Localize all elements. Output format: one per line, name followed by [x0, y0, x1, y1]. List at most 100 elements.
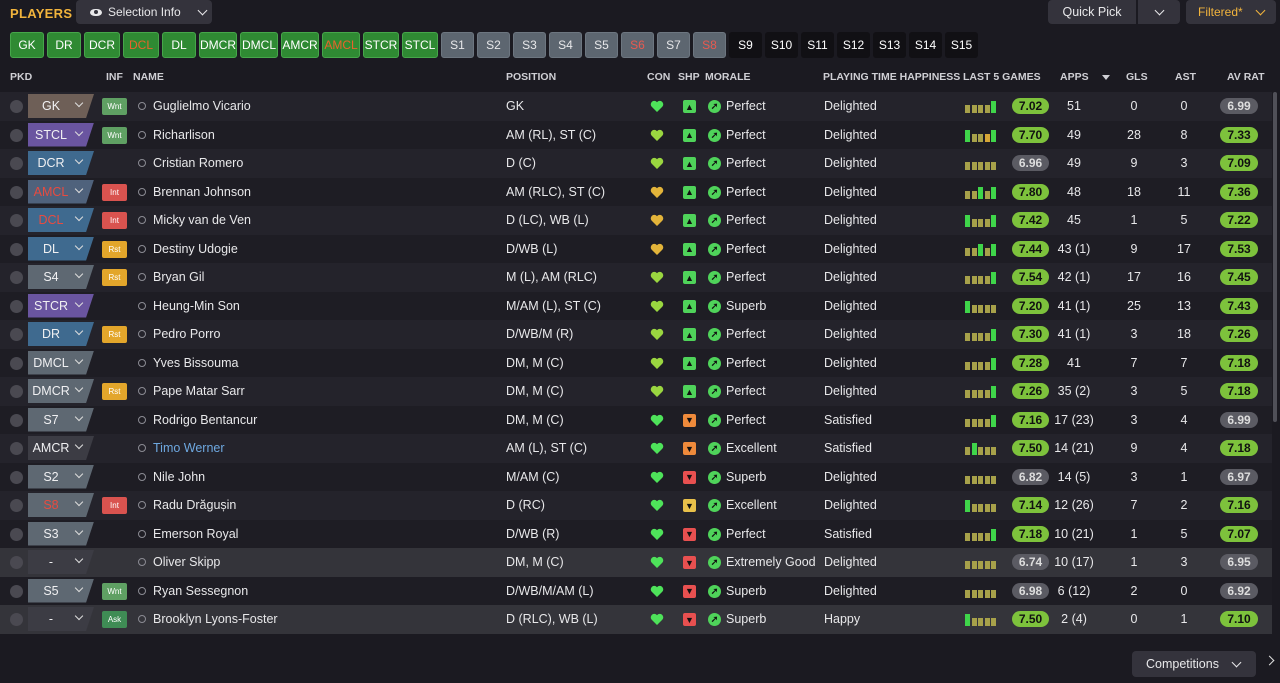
- info-badge[interactable]: Int: [102, 212, 127, 229]
- player-name[interactable]: Pape Matar Sarr: [153, 384, 245, 398]
- selection-dropdown[interactable]: DMCR: [28, 379, 94, 403]
- player-name[interactable]: Brooklyn Lyons-Foster: [153, 612, 278, 626]
- selection-dropdown[interactable]: AMCL: [28, 179, 94, 204]
- player-name[interactable]: Pedro Porro: [153, 327, 220, 341]
- position-button-s12[interactable]: S12: [837, 32, 870, 58]
- selection-dropdown[interactable]: DCR: [28, 151, 94, 175]
- selection-dropdown[interactable]: S8: [28, 493, 94, 517]
- table-row[interactable]: GK Wnt Guglielmo Vicario GK ▲ ➚ Perfect Delight…: [0, 92, 1272, 121]
- player-name[interactable]: Heung-Min Son: [153, 299, 240, 313]
- quick-pick-dropdown[interactable]: [1138, 0, 1180, 24]
- pick-checkbox[interactable]: [10, 470, 23, 484]
- info-badge[interactable]: Wnt: [102, 582, 127, 600]
- col-position[interactable]: POSITION: [506, 71, 556, 83]
- position-button-dcl[interactable]: DCL: [123, 32, 159, 58]
- pick-checkbox[interactable]: [10, 271, 23, 284]
- pick-checkbox[interactable]: [10, 556, 23, 569]
- player-name[interactable]: Guglielmo Vicario: [153, 99, 251, 113]
- player-name[interactable]: Timo Werner: [153, 441, 225, 455]
- player-name[interactable]: Bryan Gil: [153, 270, 204, 284]
- selection-dropdown[interactable]: S2: [28, 464, 94, 489]
- pick-checkbox[interactable]: [10, 157, 23, 170]
- table-row[interactable]: DL Rst Destiny Udogie D/WB (L) ▲ ➚ Perfect Deli…: [0, 234, 1272, 263]
- competitions-button[interactable]: Competitions: [1132, 651, 1256, 677]
- pick-checkbox[interactable]: [10, 499, 23, 512]
- player-name[interactable]: Brennan Johnson: [153, 185, 251, 199]
- info-badge[interactable]: Wnt: [102, 98, 127, 115]
- selection-dropdown[interactable]: DR: [28, 322, 94, 346]
- pick-checkbox[interactable]: [10, 328, 23, 341]
- col-last-5-games[interactable]: LAST 5 GAMES: [963, 71, 1041, 83]
- pick-checkbox[interactable]: [10, 128, 23, 142]
- pick-checkbox[interactable]: [10, 242, 23, 256]
- player-name[interactable]: Ryan Sessegnon: [153, 584, 248, 598]
- player-name[interactable]: Cristian Romero: [153, 156, 243, 170]
- player-name[interactable]: Yves Bissouma: [153, 356, 238, 370]
- scrollbar[interactable]: [1273, 92, 1277, 422]
- position-button-stcr[interactable]: STCR: [363, 32, 399, 58]
- pick-checkbox[interactable]: [10, 584, 23, 598]
- selection-dropdown[interactable]: S7: [28, 407, 94, 432]
- table-row[interactable]: S5 Wnt Ryan Sessegnon D/WB/M/AM (L) ▼ ➚ Superb…: [0, 576, 1272, 605]
- pick-checkbox[interactable]: [10, 100, 23, 113]
- position-button-amcl[interactable]: AMCL: [322, 32, 360, 58]
- pick-checkbox[interactable]: [10, 527, 23, 541]
- col-av-rat[interactable]: AV RAT: [1227, 71, 1265, 83]
- table-row[interactable]: STCR Heung-Min Son M/AM (L), ST (C) ▲ ➚ Super…: [0, 291, 1272, 320]
- pick-checkbox[interactable]: [10, 356, 23, 370]
- table-row[interactable]: DR Rst Pedro Porro D/WB/M (R) ▲ ➚ Perfect Delig…: [0, 320, 1272, 349]
- table-row[interactable]: S8 Int Radu Drăgușin D (RC) ▼ ➚ Excellent Delig…: [0, 491, 1272, 520]
- table-row[interactable]: S4 Rst Bryan Gil M (L), AM (RLC) ▲ ➚ Perfect De…: [0, 263, 1272, 292]
- table-row[interactable]: AMCL Int Brennan Johnson AM (RLC), ST (C) ▲ ➚…: [0, 177, 1272, 206]
- player-name[interactable]: Richarlison: [153, 128, 215, 142]
- position-button-s3[interactable]: S3: [513, 32, 546, 58]
- player-name[interactable]: Radu Drăgușin: [153, 498, 236, 512]
- selection-dropdown[interactable]: GK: [28, 94, 94, 118]
- col-ast[interactable]: AST: [1175, 71, 1196, 83]
- info-badge[interactable]: Rst: [102, 326, 127, 343]
- col-pkd[interactable]: PKD: [10, 71, 32, 83]
- selection-dropdown[interactable]: -: [28, 550, 94, 574]
- position-button-gk[interactable]: GK: [10, 32, 44, 58]
- table-row[interactable]: DCL Int Micky van de Ven D (LC), WB (L) ▲ ➚ Pe…: [0, 206, 1272, 235]
- table-row[interactable]: STCL Wnt Richarlison AM (RL), ST (C) ▲ ➚ Perfe…: [0, 120, 1272, 149]
- position-button-dmcl[interactable]: DMCL: [240, 32, 278, 58]
- info-badge[interactable]: Rst: [102, 240, 127, 258]
- position-button-dl[interactable]: DL: [162, 32, 196, 58]
- position-button-s15[interactable]: S15: [945, 32, 978, 58]
- selection-dropdown[interactable]: S5: [28, 578, 94, 603]
- position-button-dcr[interactable]: DCR: [84, 32, 120, 58]
- info-badge[interactable]: Int: [102, 183, 127, 201]
- info-badge[interactable]: Int: [102, 497, 127, 514]
- position-button-stcl[interactable]: STCL: [402, 32, 438, 58]
- player-name[interactable]: Nile John: [153, 470, 205, 484]
- selection-dropdown[interactable]: DMCL: [28, 350, 94, 375]
- col-morale[interactable]: MORALE: [705, 71, 751, 83]
- position-button-s4[interactable]: S4: [549, 32, 582, 58]
- selection-dropdown[interactable]: STCL: [28, 122, 94, 147]
- player-name[interactable]: Rodrigo Bentancur: [153, 413, 257, 427]
- selection-dropdown[interactable]: AMCR: [28, 436, 94, 460]
- position-button-s2[interactable]: S2: [477, 32, 510, 58]
- position-button-s5[interactable]: S5: [585, 32, 618, 58]
- position-button-s8[interactable]: S8: [693, 32, 726, 58]
- col-con[interactable]: CON: [647, 71, 670, 83]
- chevron-right-icon[interactable]: [1264, 655, 1275, 666]
- pick-checkbox[interactable]: [10, 613, 23, 626]
- col-gls[interactable]: GLS: [1126, 71, 1148, 83]
- selection-dropdown[interactable]: S4: [28, 265, 94, 289]
- player-name[interactable]: Oliver Skipp: [153, 555, 220, 569]
- table-row[interactable]: S7 Rodrigo Bentancur DM, M (C) ▼ ➚ Perfect Sat…: [0, 405, 1272, 434]
- selection-dropdown[interactable]: DCL: [28, 208, 94, 232]
- position-button-s11[interactable]: S11: [801, 32, 834, 58]
- pick-checkbox[interactable]: [10, 185, 23, 199]
- position-button-s10[interactable]: S10: [765, 32, 798, 58]
- col-name[interactable]: NAME: [133, 71, 164, 83]
- selection-dropdown[interactable]: S3: [28, 521, 94, 546]
- position-button-s6[interactable]: S6: [621, 32, 654, 58]
- table-row[interactable]: DMCL Yves Bissouma DM, M (C) ▲ ➚ Perfect Delig…: [0, 348, 1272, 377]
- pick-checkbox[interactable]: [10, 385, 23, 398]
- filter-button[interactable]: Filtered*: [1186, 0, 1276, 24]
- position-button-dr[interactable]: DR: [47, 32, 81, 58]
- info-badge[interactable]: Ask: [102, 611, 127, 628]
